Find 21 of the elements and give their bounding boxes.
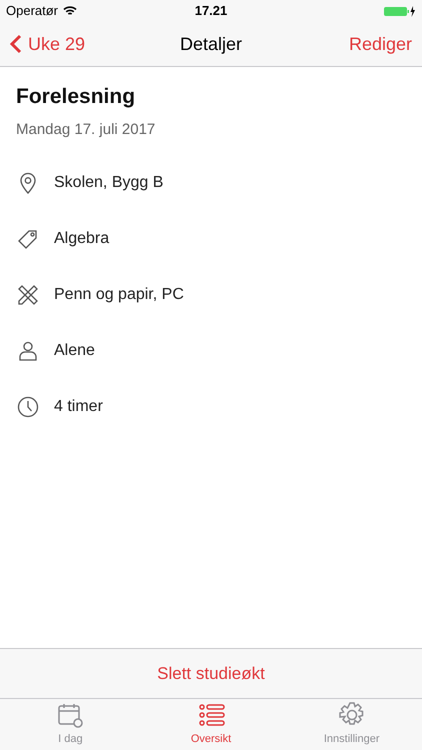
tab-item[interactable]: Oversikt [140, 699, 282, 750]
edit-button[interactable]: Rediger [348, 30, 412, 58]
detail-text: 4 timer [54, 397, 103, 417]
clock-icon [16, 395, 40, 419]
pencil-ruler-icon [16, 283, 40, 307]
session-title: Forelesning [16, 84, 136, 110]
delete-button[interactable]: Slett studieøkt [0, 648, 422, 699]
wifi-icon [63, 6, 78, 16]
chevron-left-icon [10, 34, 22, 54]
session-date: Mandag 17. juli 2017 [16, 120, 156, 140]
back-button[interactable]: Uke 29 [10, 30, 86, 58]
detail-text: Skolen, Bygg B [54, 173, 164, 193]
battery-icon [384, 6, 416, 16]
nav-title: Detaljer [180, 32, 242, 56]
clock-time: 17.21 [194, 2, 228, 20]
carrier-name: Operatør [6, 2, 58, 20]
detail-text: Penn og papir, PC [54, 285, 184, 305]
tab-item[interactable]: I dag [0, 699, 141, 750]
detail-text: Algebra [54, 229, 110, 249]
tab-item[interactable]: Innstillinger [281, 699, 422, 750]
detail-text: Alene [54, 341, 95, 361]
